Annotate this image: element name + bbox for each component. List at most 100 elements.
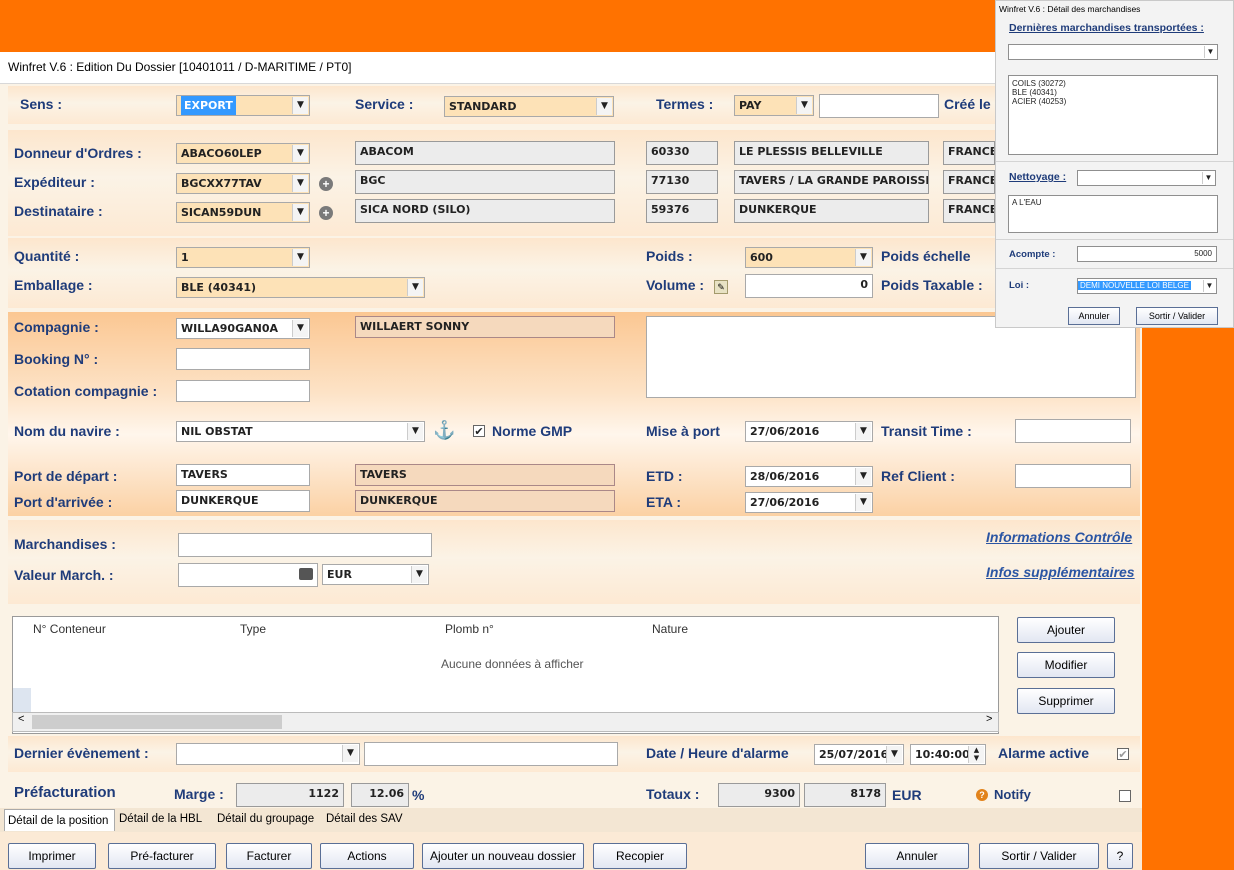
popup-sortir-button[interactable]: Sortir / Valider <box>1136 307 1218 325</box>
list-item[interactable]: ACIER (40253) <box>1012 97 1214 106</box>
popup-annuler-button[interactable]: Annuler <box>1068 307 1120 325</box>
termes-select[interactable]: PAY ▼ <box>734 95 814 116</box>
marge-pct: 12.06 <box>351 783 409 807</box>
valeur-input[interactable] <box>178 563 318 587</box>
imprimer-button[interactable]: Imprimer <box>8 843 96 869</box>
nettoyage-select[interactable]: ▼ <box>1077 170 1216 186</box>
add-expediteur-icon[interactable]: + <box>319 177 333 191</box>
tab-detail-sav[interactable]: Détail des SAV <box>323 809 406 831</box>
ajouter-button[interactable]: Ajouter <box>1017 617 1115 643</box>
tab-detail-groupage[interactable]: Détail du groupage <box>214 809 317 831</box>
currency-select[interactable]: EUR ▼ <box>322 564 429 585</box>
add-destinataire-icon[interactable]: + <box>319 206 333 220</box>
recopier-button[interactable]: Recopier <box>593 843 687 869</box>
destinataire-code-select[interactable]: SICAN59DUN ▼ <box>176 202 310 223</box>
supprimer-button[interactable]: Supprimer <box>1017 688 1115 714</box>
donneur-city: LE PLESSIS BELLEVILLE <box>734 141 929 165</box>
donneur-code: ABACO60LEP <box>181 147 262 160</box>
valeur-label: Valeur March. : <box>14 567 114 583</box>
navire-value: NIL OBSTAT <box>181 425 253 438</box>
list-item[interactable]: BLE (40341) <box>1012 88 1214 97</box>
expediteur-name: BGC <box>355 170 615 194</box>
column-header: Plomb n° <box>445 622 494 636</box>
chevron-down-icon: ▼ <box>342 745 358 762</box>
alarme-time[interactable]: 10:40:00 ▲ ▼ <box>910 744 986 765</box>
poids-select[interactable]: 600 ▼ <box>745 247 873 268</box>
alarme-active-checkbox[interactable]: ✔ <box>1117 748 1129 761</box>
modifier-button[interactable]: Modifier <box>1017 652 1115 678</box>
list-item[interactable]: COILS (30272) <box>1012 79 1214 88</box>
cotation-input[interactable] <box>176 380 310 402</box>
expediteur-code: BGCXX77TAV <box>181 177 262 190</box>
column-header: N° Conteneur <box>33 622 106 636</box>
transit-time-input[interactable] <box>1015 419 1131 443</box>
dernieres-select[interactable]: ▼ <box>1008 44 1218 60</box>
scroll-left-icon[interactable]: < <box>18 713 24 725</box>
booking-input[interactable] <box>176 348 310 370</box>
alarme-time-value: 10:40:00 <box>915 748 970 761</box>
mise-port-date[interactable]: 27/06/2016 ▼ <box>745 421 873 442</box>
help-button[interactable]: ? <box>1107 843 1133 869</box>
port-arrivee-input[interactable]: DUNKERQUE <box>176 490 310 512</box>
termes-extra-input[interactable] <box>819 94 939 118</box>
sens-select[interactable]: EXPORT ▼ <box>176 95 310 116</box>
sens-value: EXPORT <box>181 96 236 115</box>
scroll-right-icon[interactable]: > <box>986 713 992 725</box>
question-icon[interactable]: ? <box>976 789 988 801</box>
expediteur-code-select[interactable]: BGCXX77TAV ▼ <box>176 173 310 194</box>
chevron-down-icon: ▼ <box>407 279 423 296</box>
total-2: 8178 <box>804 783 886 807</box>
calculator-icon[interactable] <box>299 568 313 580</box>
scrollbar-thumb[interactable] <box>32 715 282 729</box>
alarme-date-value: 25/07/2016 <box>819 748 889 761</box>
norme-gmp-checkbox[interactable]: ✔ <box>473 425 485 438</box>
edit-note-icon[interactable]: ✎ <box>714 280 728 294</box>
expediteur-label: Expéditeur : <box>14 174 95 190</box>
eta-date[interactable]: 27/06/2016 ▼ <box>745 492 873 513</box>
tab-detail-hbl[interactable]: Détail de la HBL <box>116 809 205 831</box>
chevron-down-icon: ▼ <box>1202 172 1214 184</box>
notes-textarea[interactable] <box>646 316 1136 398</box>
facturer-button[interactable]: Facturer <box>226 843 312 869</box>
volume-input[interactable]: 0 <box>745 274 873 298</box>
alarme-date[interactable]: 25/07/2016 ▼ <box>814 744 904 765</box>
chevron-down-icon: ▼ <box>292 145 308 162</box>
dernier-evenement-label: Dernier évènement : <box>14 745 149 761</box>
ref-client-input[interactable] <box>1015 464 1131 488</box>
navire-select[interactable]: NIL OBSTAT ▼ <box>176 421 425 442</box>
spinner-icon[interactable]: ▲ ▼ <box>968 746 984 763</box>
dernier-evenement-select[interactable]: ▼ <box>176 743 360 765</box>
compagnie-code-select[interactable]: WILLA90GAN0A ▼ <box>176 318 310 339</box>
destinataire-code: SICAN59DUN <box>181 206 262 219</box>
notify-checkbox[interactable] <box>1119 790 1131 802</box>
marchandises-input[interactable] <box>178 533 432 557</box>
destinataire-label: Destinataire : <box>14 203 103 219</box>
sortir-valider-button[interactable]: Sortir / Valider <box>979 843 1099 869</box>
anchor-icon[interactable]: ⚓ <box>433 420 455 440</box>
etd-date[interactable]: 28/06/2016 ▼ <box>745 466 873 487</box>
actions-button[interactable]: Actions <box>320 843 414 869</box>
port-depart-input[interactable]: TAVERS <box>176 464 310 486</box>
dernieres-list[interactable]: COILS (30272) BLE (40341) ACIER (40253) <box>1008 75 1218 155</box>
informations-controle-link[interactable]: Informations Contrôle <box>986 529 1132 545</box>
emballage-select[interactable]: BLE (40341) ▼ <box>176 277 425 298</box>
dernier-evenement-text[interactable] <box>364 742 618 766</box>
divider <box>996 239 1233 240</box>
quantite-select[interactable]: 1 ▼ <box>176 247 310 268</box>
prefacturer-button[interactable]: Pré-facturer <box>108 843 216 869</box>
tab-detail-position[interactable]: Détail de la position <box>5 811 111 833</box>
marge-value: 1122 <box>236 783 344 807</box>
ajouter-dossier-button[interactable]: Ajouter un nouveau dossier <box>422 843 584 869</box>
loi-select[interactable]: DEMI NOUVELLE LOI BELGE ▼ <box>1077 278 1217 294</box>
acompte-input[interactable]: 5000 <box>1077 246 1217 262</box>
service-select[interactable]: STANDARD ▼ <box>444 96 614 117</box>
expediteur-country: FRANCE <box>943 170 995 194</box>
empty-grid-text: Aucune données à afficher <box>441 657 584 671</box>
chevron-down-icon: ▼ <box>292 204 308 221</box>
donneur-code-select[interactable]: ABACO60LEP ▼ <box>176 143 310 164</box>
infos-supplementaires-link[interactable]: Infos supplémentaires <box>986 564 1135 580</box>
port-arrivee-label: Port d'arrivée : <box>14 494 113 510</box>
nettoyage-text[interactable]: A L'EAU <box>1008 195 1218 233</box>
annuler-button[interactable]: Annuler <box>865 843 969 869</box>
loi-label: Loi : <box>1009 280 1030 291</box>
